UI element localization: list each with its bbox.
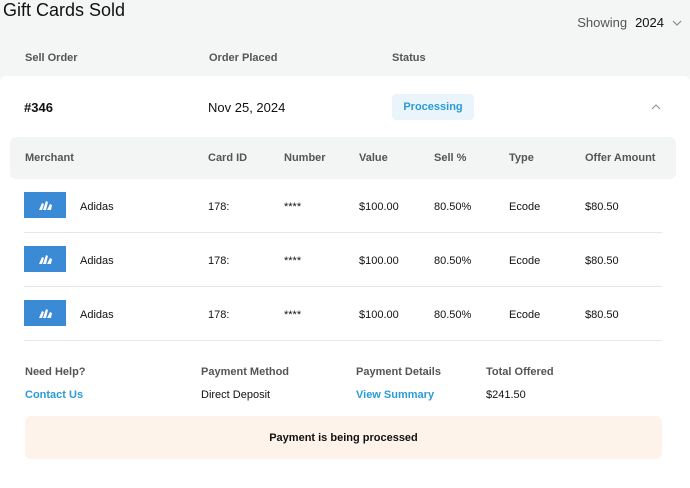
merchant-name: Adidas [80, 201, 114, 213]
offer-amount: $80.50 [585, 201, 619, 213]
adidas-logo-icon [24, 300, 66, 326]
card-value: $100.00 [359, 201, 399, 213]
year-filter[interactable]: Showing 2024 [577, 15, 682, 30]
card-value: $100.00 [359, 309, 399, 321]
card-id: 178: [208, 309, 230, 321]
value-header: Value [359, 152, 388, 164]
payment-details-label: Payment Details [356, 366, 441, 378]
table-row: Adidas 178: **** $100.00 80.50% Ecode $8… [24, 233, 662, 287]
chevron-down-icon[interactable] [672, 18, 682, 28]
merchant-name: Adidas [80, 255, 114, 267]
sell-percent: 80.50% [434, 255, 472, 267]
card-value: $100.00 [359, 255, 399, 267]
merchant-header: Merchant [25, 152, 74, 164]
cards-table-header: Merchant Card ID Number Value Sell % Typ… [10, 137, 676, 179]
table-row: Adidas 178: **** $100.00 80.50% Ecode $8… [24, 179, 662, 233]
card-id-header: Card ID [208, 152, 248, 164]
contact-us-link[interactable]: Contact Us [25, 389, 83, 401]
adidas-logo-icon [24, 192, 66, 218]
merchant-name: Adidas [80, 309, 114, 321]
payment-status-banner: Payment is being processed [25, 416, 662, 459]
card-type: Ecode [509, 201, 541, 213]
payment-method-value: Direct Deposit [201, 389, 271, 401]
sell-order-header: Sell Order [25, 52, 78, 64]
status-badge: Processing [392, 94, 474, 120]
table-row: Adidas 178: **** $100.00 80.50% Ecode $8… [24, 287, 662, 341]
card-id: 178: [208, 201, 230, 213]
adidas-logo-icon [24, 246, 66, 272]
card-type: Ecode [509, 255, 541, 267]
order-date: Nov 25, 2024 [208, 100, 286, 115]
status-header: Status [392, 52, 426, 64]
offer-amount: $80.50 [585, 309, 619, 321]
chevron-up-icon[interactable] [650, 102, 662, 112]
card-number: **** [284, 309, 302, 321]
sell-percent: 80.50% [434, 309, 472, 321]
sell-percent: 80.50% [434, 201, 472, 213]
card-number: **** [284, 201, 302, 213]
card-type: Ecode [509, 309, 541, 321]
page-title: Gift Cards Sold [3, 0, 126, 20]
need-help-label: Need Help? [25, 366, 86, 378]
card-id: 178: [208, 255, 230, 267]
year-filter-label: Showing [577, 15, 628, 30]
card-number: **** [284, 255, 302, 267]
total-offered-value: $241.50 [486, 389, 526, 401]
offer-amount: $80.50 [585, 255, 619, 267]
year-filter-value: 2024 [635, 15, 664, 30]
type-header: Type [509, 152, 534, 164]
total-offered-label: Total Offered [486, 366, 554, 378]
order-card: #346 Nov 25, 2024 Processing Merchant Ca… [0, 76, 690, 488]
view-summary-link[interactable]: View Summary [356, 389, 434, 401]
order-header: Sell Order Order Placed Status [0, 52, 690, 66]
order-id: #346 [24, 100, 53, 115]
payment-method-label: Payment Method [201, 366, 290, 378]
number-header: Number [284, 152, 326, 164]
offer-amount-header: Offer Amount [585, 152, 656, 164]
sell-pct-header: Sell % [434, 152, 467, 164]
order-placed-header: Order Placed [209, 52, 278, 64]
